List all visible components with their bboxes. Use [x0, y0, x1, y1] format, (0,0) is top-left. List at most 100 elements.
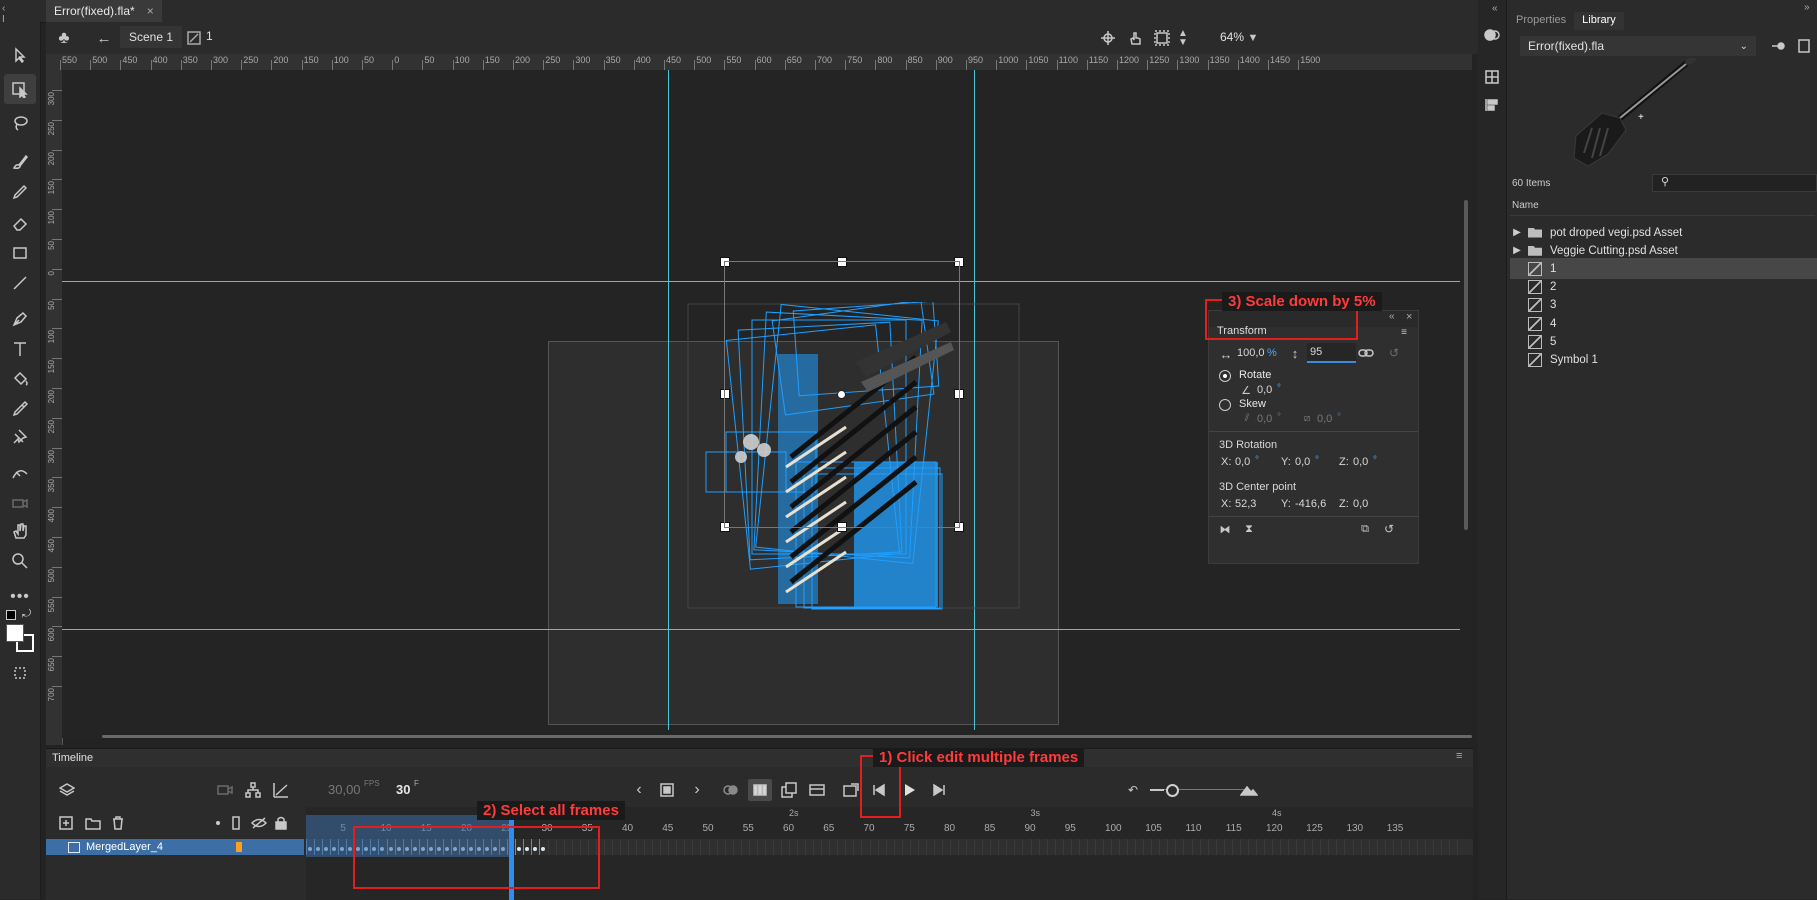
frame-cell[interactable]	[877, 839, 879, 855]
frame-cell[interactable]	[1457, 839, 1459, 855]
frame-cell[interactable]	[716, 839, 718, 855]
frame-cell[interactable]	[1151, 839, 1153, 855]
frame-cell[interactable]	[1223, 839, 1225, 855]
free-transform-tool-icon[interactable]	[4, 74, 36, 104]
frame-cell[interactable]	[1014, 839, 1016, 855]
pin-library-icon[interactable]	[1770, 38, 1786, 54]
fps-value[interactable]: 30,00	[328, 782, 361, 797]
frame-cell[interactable]	[1320, 839, 1322, 855]
new-library-panel-icon[interactable]	[1796, 38, 1812, 54]
frame-cell[interactable]	[950, 839, 951, 855]
pencil-icon[interactable]	[4, 177, 36, 207]
timeline-zoom-thumb[interactable]	[1166, 784, 1179, 797]
frame-cell[interactable]	[1449, 839, 1451, 855]
frame-cell[interactable]	[644, 839, 646, 855]
frame-cell[interactable]	[732, 839, 734, 855]
frame-cell[interactable]	[1143, 839, 1145, 855]
frame-cell[interactable]	[1441, 839, 1443, 855]
3d-rotation-x-value[interactable]: 0,0	[1235, 456, 1250, 468]
tab-properties[interactable]: Properties	[1508, 12, 1574, 30]
frame-cell[interactable]	[1038, 839, 1040, 855]
frame-cell[interactable]	[1312, 839, 1314, 855]
frame-cell[interactable]	[1433, 839, 1434, 855]
frame-cell[interactable]	[619, 839, 621, 855]
frame-cell[interactable]	[829, 839, 831, 855]
loop-icon[interactable]: ↶	[1124, 781, 1142, 799]
snap-to-objects-icon[interactable]	[4, 658, 36, 688]
outline-toggle-icon[interactable]	[230, 815, 242, 831]
eyedropper-icon[interactable]	[4, 394, 36, 424]
frame-cell[interactable]	[982, 839, 984, 855]
rectangle-icon[interactable]	[4, 238, 36, 268]
camera-icon[interactable]	[4, 488, 36, 518]
lock-all-icon[interactable]	[274, 815, 288, 831]
frame-cell[interactable]	[1094, 839, 1096, 855]
frame-cell[interactable]	[1336, 839, 1338, 855]
3d-center-y-value[interactable]: -416,6	[1295, 498, 1326, 510]
frame-cell[interactable]	[1392, 839, 1394, 855]
hand-icon[interactable]	[4, 516, 36, 546]
frame-cell[interactable]	[813, 839, 815, 855]
transform-handle[interactable]	[837, 257, 847, 267]
default-colors-icon[interactable]	[6, 610, 16, 620]
frame-cell[interactable]	[1159, 839, 1161, 855]
frame-cell[interactable]	[998, 839, 1000, 855]
frame-cell[interactable]	[1111, 839, 1112, 855]
3d-rotation-y-value[interactable]: 0,0	[1295, 456, 1310, 468]
expand-dock-icon[interactable]: «	[1492, 3, 1498, 14]
zoom-stepper-icon[interactable]: ▲ ▼	[1176, 27, 1190, 49]
transform-handle[interactable]	[837, 522, 847, 532]
scale-width-value[interactable]: 100,0	[1237, 347, 1265, 359]
frame-cell[interactable]	[901, 839, 903, 855]
rotate-radio[interactable]	[1219, 370, 1231, 382]
frame-cell[interactable]	[1352, 839, 1354, 855]
frame-cell[interactable]	[1022, 839, 1024, 855]
frame-cell[interactable]	[764, 839, 766, 855]
frame-cell[interactable]	[1416, 839, 1418, 855]
new-folder-icon[interactable]	[84, 815, 102, 831]
frame-cell[interactable]	[837, 839, 839, 855]
zoom-icon[interactable]	[4, 546, 36, 576]
frame-cell[interactable]	[933, 839, 935, 855]
arrow-tool-icon[interactable]	[4, 40, 36, 70]
color-panel-icon[interactable]	[1482, 26, 1502, 44]
horizontal-scrollbar[interactable]	[102, 735, 1472, 738]
highlight-layers-icon[interactable]	[216, 821, 220, 825]
close-panel-icon[interactable]: ×	[1406, 311, 1412, 323]
frame-cell[interactable]	[853, 839, 855, 855]
frame-cell[interactable]	[1070, 839, 1072, 855]
frame-cell[interactable]	[1239, 839, 1241, 855]
frame-cell[interactable]	[1272, 839, 1273, 855]
flip-vertical-icon[interactable]: ⧗	[1241, 522, 1257, 536]
skew-horizontal-value[interactable]: 0,0	[1257, 413, 1272, 425]
delete-layer-icon[interactable]	[110, 815, 126, 831]
frame-cell[interactable]	[893, 839, 895, 855]
frame-cell[interactable]	[1135, 839, 1137, 855]
step-forward-icon[interactable]	[930, 781, 948, 799]
frame-cell[interactable]	[1288, 839, 1290, 855]
frame-cell[interactable]	[1376, 839, 1378, 855]
transform-handle[interactable]	[720, 389, 730, 399]
play-icon[interactable]	[900, 781, 918, 799]
frame-cell[interactable]	[1424, 839, 1426, 855]
insert-frames-icon[interactable]	[842, 781, 860, 799]
frame-cell[interactable]	[1191, 839, 1193, 855]
scale-height-input[interactable]: 95	[1307, 343, 1356, 363]
frame-cell[interactable]	[1183, 839, 1185, 855]
frame-cell[interactable]	[748, 839, 750, 855]
frame-cell[interactable]	[1102, 839, 1104, 855]
zoom-value[interactable]: 64%	[1194, 26, 1244, 48]
previous-keyframe-icon[interactable]: ‹	[630, 781, 648, 799]
frame-cell[interactable]	[990, 839, 992, 855]
frame-cell[interactable]	[1062, 839, 1064, 855]
remove-transform-icon[interactable]: ↺	[1381, 522, 1397, 536]
frame-cell[interactable]	[789, 839, 790, 855]
library-symbol-row[interactable]: Symbol 1	[1510, 349, 1817, 370]
frame-cell[interactable]	[660, 839, 662, 855]
skew-vertical-value[interactable]: 0,0	[1317, 413, 1332, 425]
frame-cell[interactable]	[1263, 839, 1265, 855]
text-tool-icon[interactable]	[4, 334, 36, 364]
layer-name[interactable]: MergedLayer_4	[86, 841, 163, 853]
frame-cell[interactable]	[1119, 839, 1121, 855]
paint-bucket-icon[interactable]	[4, 364, 36, 394]
